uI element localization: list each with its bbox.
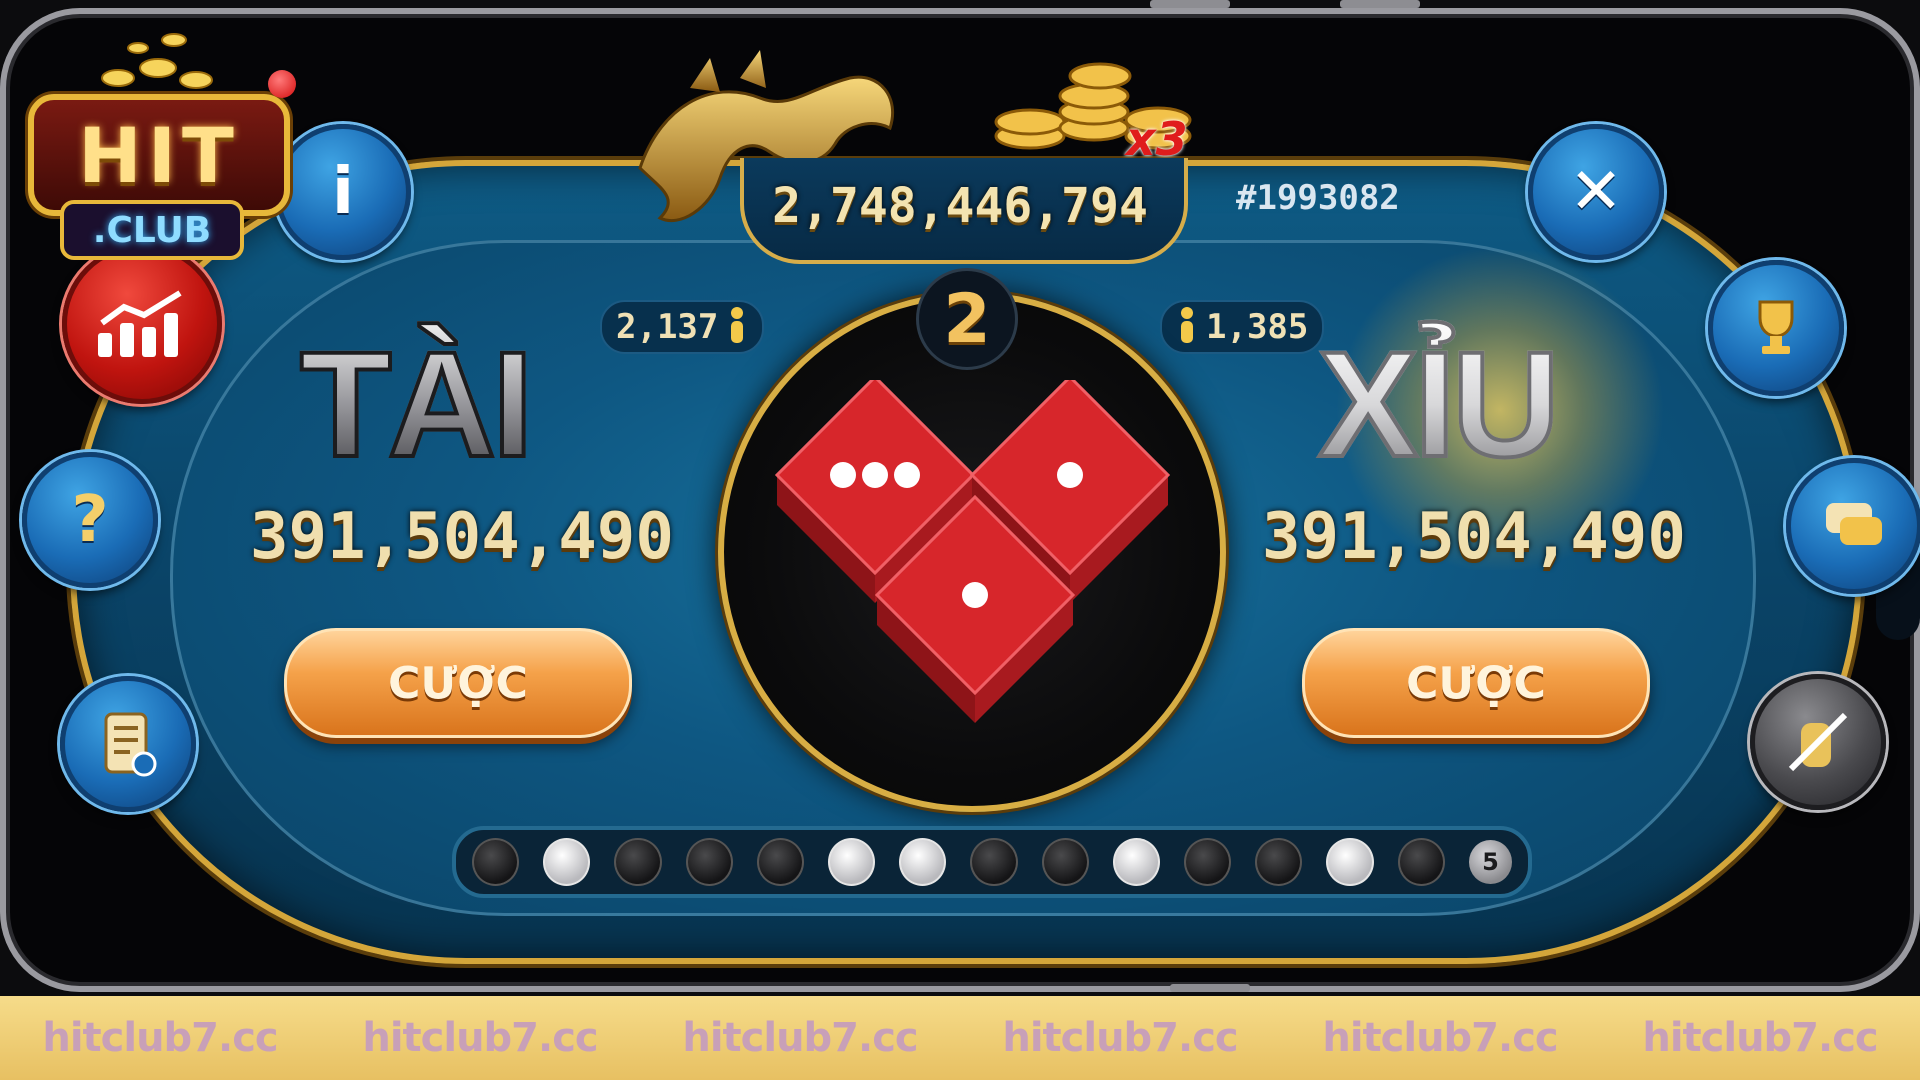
xiu-player-count: 1,385 [1160,300,1325,354]
die-pip [862,462,888,488]
trophy-icon [1758,300,1794,354]
tai-total-bet: 391,504,490 [250,500,674,574]
history-result-dot [1184,838,1232,886]
close-icon: ✕ [1569,155,1623,229]
rules-scroll-icon [104,712,157,777]
history-result-dot [614,838,662,886]
watermark-strip: hitclub7.cc hitclub7.cc hitclub7.cc hitclub… [0,996,1920,1080]
watermark-text: hitclub7.cc [1002,1015,1238,1061]
watermark-text: hitclub7.cc [362,1015,598,1061]
history-result-dot [543,838,591,886]
tai-title: TÀI [298,318,536,491]
tai-bet-button[interactable]: CƯỢC [284,628,632,738]
leaderboard-button[interactable] [1708,260,1844,396]
xiu-total-bet: 391,504,490 [1262,500,1686,574]
logo-coins-icon [101,33,213,89]
jackpot-value: 2,748,446,794 [772,178,1148,234]
history-result-dot [1112,838,1161,886]
watermark-text: hitclub7.cc [1642,1015,1878,1061]
history-result-dot [472,838,520,886]
history-result-dot [756,838,805,886]
chart-icon [98,290,182,357]
tai-player-count: 2,137 [600,300,765,354]
xiu-bet-button[interactable]: CƯỢC [1302,628,1650,738]
hitclub-logo: HIT .CLUB [18,18,296,260]
hand-disabled-icon [1788,712,1848,772]
history-latest-dot: 5 [1468,840,1513,884]
die-pip [962,582,988,608]
person-icon [731,307,744,343]
help-icon: ? [71,483,109,557]
close-button[interactable]: ✕ [1528,124,1664,260]
device-button [1150,0,1230,8]
history-result-dot [1255,838,1303,886]
chat-icon [1826,503,1882,545]
auto-bet-toggle-button[interactable] [1750,674,1886,810]
die-pip [894,462,920,488]
logo-lever-ball [268,70,296,98]
history-result-dot [1397,838,1445,886]
result-history-bar: 5 [452,826,1532,898]
device-button [1340,0,1420,8]
rules-button[interactable] [60,676,196,812]
xiu-title: XỈU [1316,318,1562,491]
history-result-dot [828,838,876,886]
help-button[interactable]: ? [22,452,158,588]
person-icon [1181,307,1193,343]
watermark-text: hitclub7.cc [682,1015,918,1061]
xiu-player-count-value: 1,385 [1206,307,1309,347]
info-icon: i [332,155,354,229]
history-result-dot [899,838,947,886]
die-pip [830,462,856,488]
chat-button[interactable] [1786,458,1920,594]
device-button [1170,984,1250,992]
history-result-dot [970,838,1018,886]
tai-player-count-value: 2,137 [616,307,719,347]
session-id: #1993082 [1236,178,1400,218]
countdown-timer: 2 [916,268,1018,370]
die-pip [1057,462,1083,488]
history-result-dot [1041,838,1089,886]
logo-sub-text: .CLUB [60,200,244,260]
logo-main-text: HIT [28,94,290,216]
watermark-text: hitclub7.cc [1322,1015,1558,1061]
info-button[interactable]: i [275,124,411,260]
dice-group [774,380,1171,723]
statistics-button[interactable] [62,244,222,404]
watermark-text: hitclub7.cc [42,1015,278,1061]
history-result-dot [685,838,733,886]
history-result-dot [1326,838,1374,886]
